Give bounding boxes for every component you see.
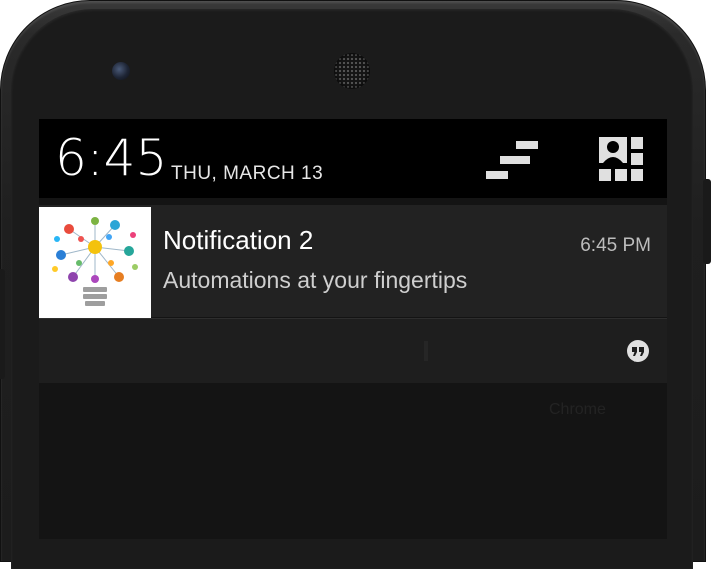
lightbulb-network-icon <box>39 207 151 319</box>
notification-text: Automations at your fingertips <box>163 267 468 293</box>
notification-card[interactable]: Notification 2 6:45 PM Automations at yo… <box>39 205 667 319</box>
phone-screen: 6:45 THU, MARCH 13 Notification 2 6:45 P… <box>39 119 667 539</box>
clock-time: 6:45 <box>55 129 168 187</box>
phone-body: 6:45 THU, MARCH 13 Notification 2 6:45 P… <box>0 0 711 569</box>
user-profile-icon[interactable] <box>597 135 647 185</box>
background-app-label: Chrome <box>549 401 606 418</box>
background-app-element <box>424 341 428 361</box>
hangouts-icon <box>627 340 649 362</box>
notification-title: Notification 2 <box>163 225 314 255</box>
notification-shade-header: 6:45 THU, MARCH 13 <box>39 119 667 198</box>
front-camera <box>112 62 130 80</box>
power-button <box>703 179 711 264</box>
quick-settings-icon[interactable] <box>486 141 542 181</box>
clock-date: THU, MARCH 13 <box>171 163 324 184</box>
earpiece-speaker <box>334 53 370 89</box>
volume-button <box>0 269 5 379</box>
notification-card[interactable] <box>39 319 667 383</box>
notification-time: 6:45 PM <box>580 235 651 256</box>
